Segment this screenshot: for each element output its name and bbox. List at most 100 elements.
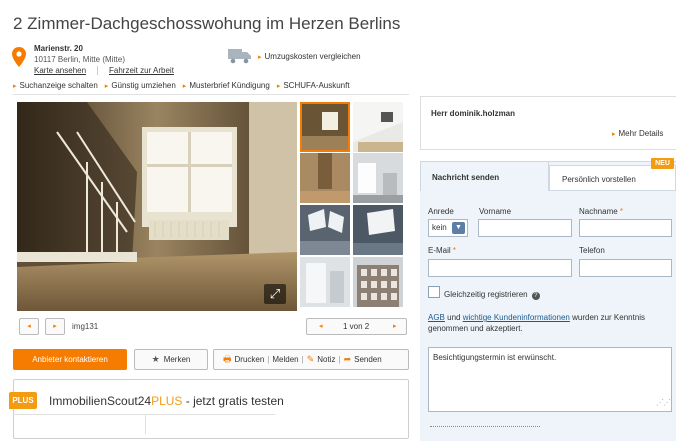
thumbnail-6[interactable] — [353, 205, 403, 255]
divider: | — [338, 355, 341, 364]
link-search-ad[interactable]: ▸ Suchanzeige schalten — [13, 81, 98, 90]
email-label-text: E-Mail — [428, 246, 451, 255]
register-label-text: Gleichzeitig registrieren — [444, 290, 528, 299]
link-cheap-move[interactable]: ▸ Günstig umziehen — [105, 81, 176, 90]
print-button[interactable]: 🖶 Drucken — [223, 350, 264, 369]
link-schufa[interactable]: ▸ SCHUFA-Auskunft — [277, 81, 350, 90]
resize-grip-icon[interactable]: ⋰⋰ — [656, 398, 671, 407]
required-mark: * — [452, 246, 457, 255]
send-button[interactable]: ➦ Senden — [344, 350, 382, 369]
divider: | — [301, 355, 304, 364]
arrow-right-icon: ▸ — [104, 83, 109, 90]
thumbnail-7[interactable] — [300, 257, 350, 307]
email-label: E-Mail * — [428, 246, 456, 255]
chevron-right-icon: ▸ — [53, 323, 57, 330]
remember-label: Merken — [163, 355, 191, 364]
salutation-label: Anrede — [428, 207, 454, 216]
pager-status: 1 von 2 — [343, 322, 370, 331]
plus-promo-box — [13, 379, 409, 439]
address-city: 10117 Berlin, Mitte (Mitte) — [34, 55, 125, 64]
previous-image-button[interactable]: ◂ — [19, 318, 39, 335]
listing-actions: 🖶 Drucken | Melden | ✎ Notiz | ➦ Senden — [213, 349, 409, 370]
arrow-right-icon: ▸ — [276, 83, 281, 90]
firstname-input[interactable] — [478, 219, 572, 237]
remember-button[interactable]: ★ Merken — [134, 349, 208, 370]
fullscreen-expand-icon[interactable]: ⤢ — [264, 284, 286, 304]
thumbnail-3[interactable] — [300, 153, 350, 203]
more-details-label: Mehr Details — [618, 129, 664, 138]
promo-brand: ImmobilienScout24 — [49, 394, 152, 408]
phone-label: Telefon — [579, 246, 605, 255]
lastname-label-text: Nachname — [579, 207, 618, 216]
chevron-left-icon: ◂ — [27, 323, 31, 330]
required-mark: * — [619, 207, 624, 216]
arrow-right-icon: ▸ — [258, 54, 262, 61]
star-icon: ★ — [151, 354, 160, 364]
map-link[interactable]: Karte ansehen — [34, 66, 86, 75]
address-street: Marienstr. 20 — [34, 44, 83, 53]
salutation-select[interactable]: kein ▼ — [428, 219, 468, 237]
thumbnail-4[interactable] — [353, 153, 403, 203]
link-label: Günstig umziehen — [111, 81, 176, 90]
agent-box — [420, 96, 676, 150]
divider — [13, 414, 275, 415]
pager-prev-icon[interactable]: ◂ — [319, 322, 323, 330]
lastname-input[interactable] — [579, 219, 672, 237]
contact-provider-button[interactable]: Anbieter kontaktieren — [13, 349, 127, 370]
service-links: ▸ Suchanzeige schalten ▸ Günstig umziehen … — [13, 81, 350, 90]
link-label: SCHUFA-Auskunft — [283, 81, 350, 90]
promo-tagline: - jetzt gratis testen — [182, 394, 284, 408]
agb-link[interactable]: AGB — [428, 313, 445, 322]
divider — [97, 66, 98, 75]
share-arrow-icon: ➦ — [343, 354, 352, 364]
commute-link[interactable]: Fahrzeit zur Arbeit — [109, 66, 174, 75]
divider — [13, 94, 409, 95]
phone-input[interactable] — [579, 259, 672, 277]
arrow-right-icon: ▸ — [13, 83, 17, 90]
link-label: Musterbrief Kündigung — [189, 81, 270, 90]
note-button[interactable]: ✎ Notiz — [307, 350, 336, 369]
email-input[interactable] — [428, 259, 572, 277]
pager-next-icon[interactable]: ▸ — [393, 322, 397, 330]
thumbnail-pager: ◂ 1 von 2 ▸ — [306, 318, 407, 335]
divider: | — [267, 355, 270, 364]
tab-send-message[interactable]: Nachricht senden — [420, 161, 549, 191]
divider — [145, 414, 146, 434]
message-textarea[interactable]: Besichtigungstermin ist erwünscht. — [428, 347, 672, 412]
thumbnail-2[interactable] — [353, 102, 403, 152]
printer-icon: 🖶 — [223, 354, 232, 364]
moving-costs-link[interactable]: ▸ Umzugskosten vergleichen — [258, 52, 361, 61]
link-label: Suchanzeige schalten — [19, 81, 98, 90]
pencil-icon: ✎ — [306, 354, 315, 364]
terms-notice: AGB und wichtige Kundeninformationen wur… — [428, 312, 672, 334]
print-label: Drucken — [234, 355, 265, 364]
cut-off-element — [430, 426, 540, 431]
image-name: img131 — [72, 322, 99, 331]
moving-costs-label: Umzugskosten vergleichen — [264, 52, 361, 61]
register-label: Gleichzeitig registrieren ? — [444, 290, 540, 300]
report-button[interactable]: Melden — [272, 350, 298, 369]
arrow-right-icon: ▸ — [612, 131, 616, 138]
help-icon[interactable]: ? — [531, 292, 540, 300]
customer-info-link[interactable]: wichtige Kundeninformationen — [463, 313, 570, 322]
send-label: Senden — [354, 355, 382, 364]
more-details-link[interactable]: ▸ Mehr Details — [612, 129, 663, 138]
thumbnail-1[interactable] — [300, 102, 350, 152]
link-cancellation-letter[interactable]: ▸ Musterbrief Kündigung — [183, 81, 270, 90]
agent-name: Herr dominik.holzman — [431, 109, 516, 118]
lastname-label: Nachname * — [579, 207, 623, 216]
terms-and: und — [444, 313, 463, 322]
next-image-button[interactable]: ▸ — [45, 318, 65, 335]
register-checkbox[interactable] — [428, 286, 440, 298]
thumbnail-5[interactable] — [300, 205, 350, 255]
chevron-down-icon: ▼ — [452, 222, 465, 234]
arrow-right-icon: ▸ — [182, 83, 187, 90]
main-photo[interactable] — [17, 102, 297, 311]
plus-badge: PLUS — [9, 392, 37, 409]
promo-plus: PLUS — [151, 394, 183, 408]
plus-promo-text[interactable]: ImmobilienScout24PLUS - jetzt gratis tes… — [49, 394, 284, 408]
firstname-label: Vorname — [479, 207, 512, 216]
moving-truck-icon — [228, 49, 251, 64]
note-label: Notiz — [317, 355, 336, 364]
thumbnail-8[interactable] — [353, 257, 403, 307]
